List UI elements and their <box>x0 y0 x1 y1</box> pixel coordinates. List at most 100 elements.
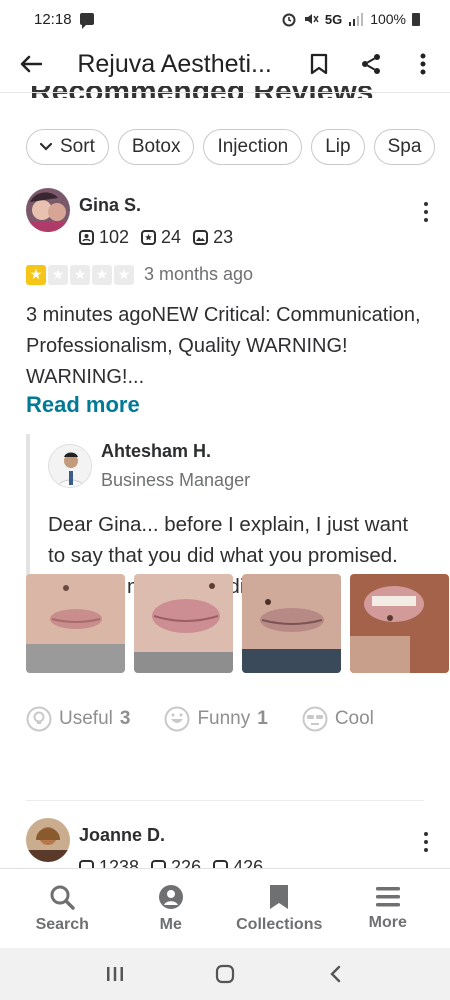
avatar[interactable] <box>26 188 70 232</box>
bookmark-button[interactable] <box>302 47 336 81</box>
photos-count: 23 <box>193 227 233 248</box>
network-label: 5G <box>324 11 343 27</box>
filter-chips: Sort Botox Injection Lip Spa <box>26 129 436 165</box>
review-photos <box>26 574 450 673</box>
chevron-left-icon <box>330 965 341 983</box>
reviewer-name[interactable]: Joanne D. <box>79 825 165 846</box>
read-more-link[interactable]: Read more <box>26 392 140 418</box>
reviews-count: 226 <box>151 857 201 868</box>
friends-icon <box>79 230 94 245</box>
system-back-button[interactable] <box>317 956 353 992</box>
chip-label: Botox <box>131 136 181 157</box>
star-rating: ★ ★ ★ ★ ★ 3 months ago <box>26 264 253 285</box>
home-button[interactable] <box>207 956 243 992</box>
profile-icon <box>158 884 183 909</box>
share-icon <box>362 54 380 74</box>
friends-count: 1238 <box>79 857 139 868</box>
status-time: 12:18 <box>34 10 72 28</box>
app-bar-divider <box>0 92 450 93</box>
funny-label: Funny <box>197 708 251 729</box>
friends-icon <box>79 860 94 868</box>
status-bar: 12:18 5G 100% <box>0 0 450 38</box>
nav-more[interactable]: More <box>334 886 443 932</box>
chevron-down-icon <box>40 143 52 151</box>
review-card: Joanne D. 1238 226 426 <box>26 818 436 868</box>
review-text: 3 minutes agoNEW Critical: Communication… <box>26 304 421 388</box>
chip-lip[interactable]: Lip <box>311 129 365 165</box>
funny-button[interactable]: Funny 1 <box>164 706 268 732</box>
useful-button[interactable]: Useful 3 <box>26 706 130 732</box>
review-date: 3 months ago <box>144 264 254 284</box>
recents-button[interactable] <box>97 956 133 992</box>
menu-icon <box>375 886 400 906</box>
useful-label: Useful <box>59 708 113 729</box>
avatar[interactable] <box>26 818 70 862</box>
signal-icon <box>349 13 364 26</box>
nav-label: Me <box>159 915 182 933</box>
reviews-count: 24 <box>141 227 181 248</box>
photos-value: 426 <box>233 857 264 868</box>
star-icon: ★ <box>70 264 90 285</box>
review-photo[interactable] <box>26 574 125 673</box>
funny-count: 1 <box>257 708 268 729</box>
friends-value: 1238 <box>99 857 140 868</box>
share-button[interactable] <box>354 47 388 81</box>
lightbulb-icon <box>26 706 52 732</box>
review-divider <box>26 800 424 801</box>
chip-injection[interactable]: Injection <box>203 129 303 165</box>
review-photo[interactable] <box>134 574 233 673</box>
home-icon <box>215 964 235 984</box>
review-more-button[interactable] <box>416 200 436 224</box>
nav-search[interactable]: Search <box>8 884 117 934</box>
friends-value: 102 <box>99 227 130 247</box>
nav-me[interactable]: Me <box>117 884 226 934</box>
photos-count: 426 <box>213 857 263 868</box>
review-card: Gina S. 102 24 23 ★ ★ ★ ★ ★ 3 months ago… <box>26 188 449 788</box>
bookmark-icon <box>310 53 328 75</box>
battery-icon <box>412 12 420 26</box>
back-arrow-icon <box>20 55 42 73</box>
review-more-button[interactable] <box>416 830 436 854</box>
system-nav-bar <box>0 948 450 1000</box>
photo-icon <box>193 230 209 245</box>
bookmark-icon <box>270 884 289 909</box>
reviews-value: 24 <box>161 227 182 247</box>
review-photo[interactable] <box>350 574 449 673</box>
chip-botox[interactable]: Botox <box>117 129 195 165</box>
star-icon: ★ <box>48 264 68 285</box>
nav-collections[interactable]: Collections <box>225 884 334 934</box>
chip-sort[interactable]: Sort <box>26 129 109 165</box>
chip-label: Lip <box>325 136 351 157</box>
useful-count: 3 <box>119 708 131 729</box>
more-vert-icon <box>420 53 426 75</box>
chip-spa[interactable]: Spa <box>373 129 436 165</box>
nav-label: More <box>368 913 407 931</box>
battery-percent: 100% <box>370 11 406 27</box>
business-title: Rejuva Aestheti... <box>77 49 272 78</box>
more-options-button[interactable] <box>406 47 440 81</box>
cool-label: Cool <box>334 708 374 729</box>
reactions: Useful 3 Funny 1 Cool <box>26 706 374 732</box>
photo-icon <box>213 860 229 868</box>
chip-label: Sort <box>60 136 95 157</box>
mute-icon <box>304 14 319 24</box>
message-icon <box>79 13 94 29</box>
cool-button[interactable]: Cool <box>302 706 374 732</box>
star-icon: ★ <box>114 264 134 285</box>
app-bar: Rejuva Aestheti... <box>0 38 450 90</box>
recents-icon <box>107 967 123 981</box>
owner-name: Ahtesham H. <box>101 441 212 461</box>
reviewer-stats: 1238 226 426 <box>79 857 263 868</box>
owner-avatar <box>48 444 92 488</box>
search-icon <box>50 885 75 910</box>
chip-label: Spa <box>387 136 422 157</box>
photos-value: 23 <box>213 227 234 247</box>
chip-label: Injection <box>217 136 289 157</box>
back-button[interactable] <box>16 49 45 79</box>
reviewer-name[interactable]: Gina S. <box>79 195 141 216</box>
reviewer-stats: 102 24 23 <box>79 227 233 248</box>
star-icon: ★ <box>92 264 112 285</box>
review-photo[interactable] <box>242 574 341 673</box>
star-icon: ★ <box>26 264 46 285</box>
smile-icon <box>164 706 190 732</box>
